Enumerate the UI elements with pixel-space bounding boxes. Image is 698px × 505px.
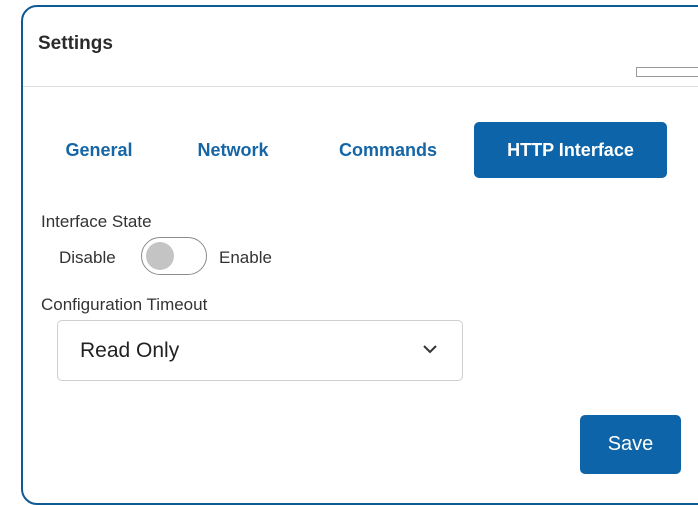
- tab-http-interface[interactable]: HTTP Interface: [474, 122, 667, 178]
- tab-general[interactable]: General: [48, 122, 150, 178]
- configuration-timeout-value: Read Only: [80, 339, 180, 362]
- toggle-knob: [146, 242, 174, 270]
- disable-label: Disable: [59, 248, 116, 267]
- enable-label: Enable: [219, 248, 272, 267]
- page-title: Settings: [38, 33, 113, 54]
- tab-network[interactable]: Network: [176, 122, 290, 178]
- tab-commands[interactable]: Commands: [314, 122, 462, 178]
- header-divider: [23, 86, 698, 87]
- interface-state-toggle[interactable]: [141, 237, 207, 275]
- scrollbar[interactable]: [636, 67, 698, 77]
- configuration-timeout-label: Configuration Timeout: [41, 295, 208, 314]
- configuration-timeout-select[interactable]: Read Only: [57, 320, 463, 381]
- chevron-down-icon: [423, 345, 437, 354]
- save-button[interactable]: Save: [580, 415, 681, 474]
- interface-state-label: Interface State: [41, 212, 152, 231]
